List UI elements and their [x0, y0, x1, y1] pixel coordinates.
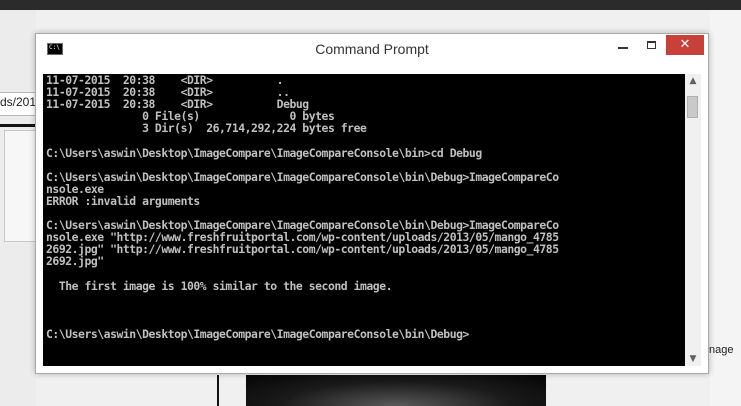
command-prompt-window[interactable]: C:\ Command Prompt ✕ 11-07-2015 20:38 <D… [35, 33, 709, 374]
background-left-box [4, 130, 37, 242]
console-line: 2692.jpg" "http://www.freshfruitportal.c… [46, 242, 559, 257]
console-output[interactable]: 11-07-2015 20:38 <DIR> . 11-07-2015 20:3… [43, 74, 685, 366]
title-bar[interactable]: C:\ Command Prompt ✕ [36, 34, 708, 64]
background-address-text: ds/201 [0, 95, 37, 109]
console-line: The first image is 100% similar to the s… [46, 278, 393, 293]
window-title: Command Prompt [315, 41, 429, 57]
console-line: 3 Dir(s) 26,714,292,224 bytes free [46, 121, 367, 136]
maximize-button[interactable] [639, 35, 665, 55]
scroll-thumb[interactable] [687, 96, 698, 118]
console-line: 2692.jpg" [46, 254, 104, 269]
minimize-button[interactable] [610, 35, 636, 55]
background-vertical-line [217, 375, 219, 406]
console-text: 11-07-2015 20:38 <DIR> . 11-07-2015 20:3… [43, 74, 685, 340]
console-line: C:\Users\aswin\Desktop\ImageCompare\Imag… [46, 326, 469, 341]
close-icon: ✕ [679, 37, 691, 52]
close-button[interactable]: ✕ [666, 35, 704, 55]
console-line: C:\Users\aswin\Desktop\ImageCompare\Imag… [46, 145, 482, 160]
minimize-icon [618, 47, 628, 49]
console-line: C:\Users\aswin\Desktop\ImageCompare\Imag… [46, 169, 559, 184]
console-line: ERROR :invalid arguments [46, 193, 200, 208]
background-divider [0, 124, 36, 127]
maximize-icon [647, 41, 656, 49]
vertical-scrollbar[interactable]: ▲ ▼ [685, 74, 701, 366]
background-image-preview [246, 375, 546, 406]
scroll-down-button[interactable]: ▼ [685, 352, 701, 366]
scroll-down-icon: ▼ [689, 354, 697, 364]
background-top-bar [0, 0, 741, 10]
background-right-text: nage [709, 344, 734, 356]
scroll-up-icon: ▲ [689, 76, 697, 86]
scroll-up-button[interactable]: ▲ [685, 74, 701, 88]
